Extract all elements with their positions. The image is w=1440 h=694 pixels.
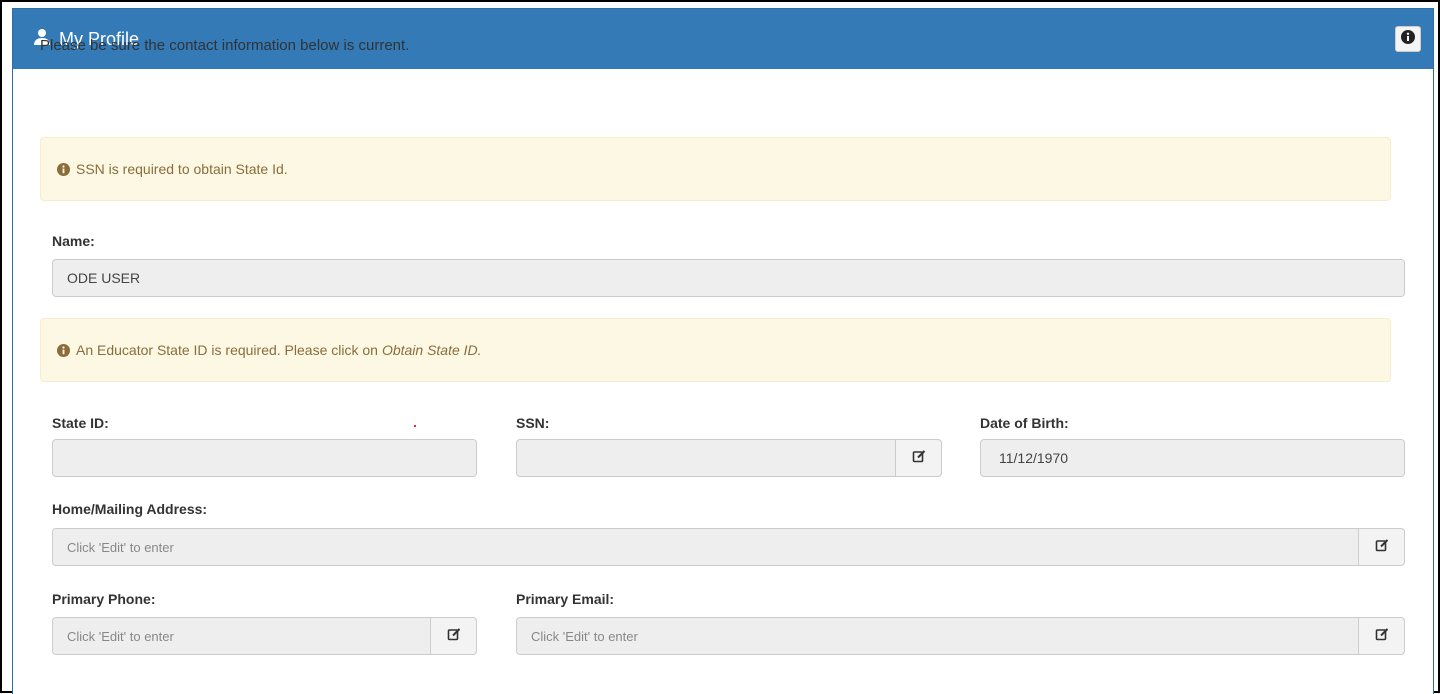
ssn-alert-text: SSN is required to obtain State Id. — [76, 161, 288, 177]
phone-placeholder: Click 'Edit' to enter — [67, 628, 174, 644]
ssn-edit-button[interactable] — [895, 440, 941, 476]
phone-field: Click 'Edit' to enter — [52, 617, 477, 655]
ssn-alert: SSN is required to obtain State Id. — [40, 137, 1391, 201]
state-id-alert: An Educator State ID is required. Please… — [40, 318, 1391, 382]
info-button[interactable] — [1395, 26, 1421, 52]
phone-edit-button[interactable] — [430, 618, 476, 654]
edit-icon — [1375, 538, 1389, 557]
address-edit-button[interactable] — [1358, 529, 1404, 565]
edit-icon — [447, 627, 461, 646]
state-id-field — [52, 439, 477, 477]
state-id-alert-text: An Educator State ID is required. Please… — [76, 342, 378, 358]
red-dot — [414, 425, 416, 427]
name-label: Name: — [52, 233, 95, 249]
ssn-label: SSN: — [516, 415, 550, 431]
name-field: ODE USER — [52, 259, 1405, 297]
edit-icon — [912, 449, 926, 468]
phone-label: Primary Phone: — [52, 591, 156, 607]
address-label: Home/Mailing Address: — [52, 501, 208, 517]
email-field: Click 'Edit' to enter — [516, 617, 1405, 655]
name-value: ODE USER — [67, 270, 141, 286]
email-placeholder: Click 'Edit' to enter — [531, 628, 638, 644]
info-circle-icon — [1401, 29, 1415, 49]
info-circle-icon — [57, 162, 70, 176]
email-label: Primary Email: — [516, 591, 615, 607]
dob-label: Date of Birth: — [980, 415, 1069, 431]
state-id-label: State ID: — [52, 415, 109, 431]
dob-value: 11/12/1970 — [999, 450, 1069, 466]
dob-field: 11/12/1970 — [980, 439, 1405, 477]
email-edit-button[interactable] — [1358, 618, 1404, 654]
obtain-state-id-link[interactable]: Obtain State ID. — [382, 342, 482, 358]
ssn-field — [516, 439, 942, 477]
address-field: Click 'Edit' to enter — [52, 528, 1405, 566]
intro-text: Please be sure the contact information b… — [40, 37, 410, 54]
info-circle-icon — [57, 343, 70, 357]
edit-icon — [1375, 627, 1389, 646]
address-placeholder: Click 'Edit' to enter — [67, 539, 174, 555]
